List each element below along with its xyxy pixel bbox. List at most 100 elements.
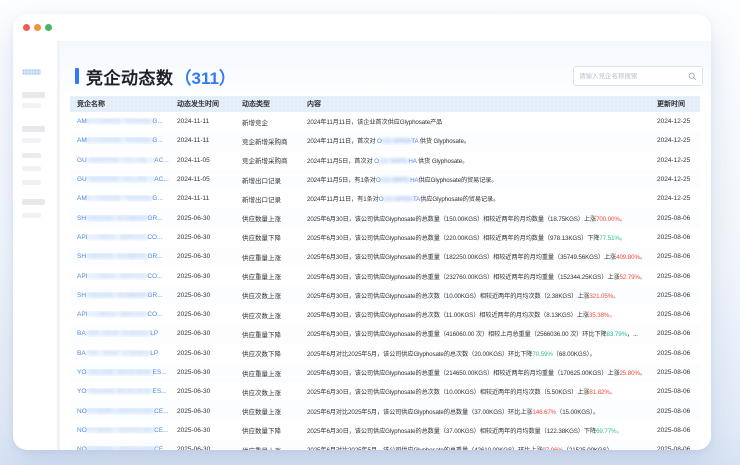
- content-cell: 2025年6月30日，该公司供应Glyphosate的总次数（10.00KGS）…: [300, 291, 650, 300]
- company-prefix: YO: [77, 388, 86, 395]
- company-name-link[interactable]: SH ANDONG RAINBOW GR...: [70, 215, 170, 222]
- sidebar-nav-item[interactable]: [22, 103, 41, 108]
- event-type-cell: 新增出口记录: [235, 175, 300, 185]
- event-type-cell: 供应数量下降: [235, 425, 300, 435]
- company-prefix: BA: [77, 330, 86, 337]
- dynamics-table: 竞企名称 动态发生时间 动态类型 内容 更新时间 AM B FASHION TR…: [70, 96, 700, 450]
- content-text: 供应Glyphosate的贸易记录。: [420, 196, 499, 203]
- company-suffix: GR...: [147, 292, 162, 299]
- company-suffix: CE...: [154, 427, 168, 434]
- zoom-window-icon[interactable]: [45, 24, 52, 31]
- company-name-link[interactable]: NO RTHERN CROPSCIEN CE...: [70, 408, 170, 415]
- rise-percent: 146.67%: [532, 409, 556, 416]
- company-name-link[interactable]: API A CARGO SERVICE CO...: [70, 234, 170, 241]
- updated-date-cell: 2025-08-06: [650, 408, 702, 415]
- content-text: 供应Glyphosate的贸易记录。: [418, 177, 497, 184]
- company-name-link[interactable]: API A CARGO SERVICE CO...: [70, 311, 170, 318]
- company-name-link[interactable]: NO RTHERN CROPSCIEN CE...: [70, 427, 170, 434]
- company-redacted: RTHERN CROPSCIEN: [87, 427, 154, 434]
- company-name-link[interactable]: SH ANDONG RAINBOW GR...: [70, 292, 170, 299]
- company-name-link[interactable]: BA YER CROP SCIENCE LP: [70, 350, 170, 357]
- rise-percent: 321.05%。: [589, 293, 619, 300]
- company-prefix: SH: [77, 215, 86, 222]
- content-cell: 2025年6月30日，该公司供应Glyphosate的总次数（11.00KGS）…: [300, 310, 650, 319]
- content-text: （68.00KGS）。: [553, 351, 596, 358]
- company-redacted: ANGDONG GALANZ V: [87, 176, 155, 183]
- content-cell: 2025年6月30日，该公司供应Glyphosate的总重量（232760.00…: [300, 272, 650, 281]
- company-name-link[interactable]: SH ANDONG RAINBOW GR...: [70, 253, 170, 260]
- table-row: SH ANDONG RAINBOW GR... 2025-06-30 供应数量上…: [70, 208, 700, 227]
- company-mention: O: [376, 177, 381, 184]
- sidebar-nav-item[interactable]: [22, 138, 41, 143]
- table-row: AM B FASHION TRADING G... 2024-11-11 新增出…: [70, 189, 700, 208]
- event-type-cell: 供应重量上涨: [235, 368, 300, 378]
- company-suffix: GR...: [147, 215, 162, 222]
- sidebar-nav-item-active[interactable]: [22, 69, 41, 75]
- event-date-cell: 2025-06-30: [170, 292, 235, 299]
- content-text: 供货 Glyphosate。: [418, 138, 470, 145]
- column-header-company: 竞企名称: [70, 99, 170, 109]
- company-name-link[interactable]: GU ANGDONG GALANZ V AC...: [70, 157, 170, 164]
- company-name-link[interactable]: YO UNGONE BIOSCIENC ES...: [70, 369, 170, 376]
- event-date-cell: 2025-06-30: [170, 253, 235, 260]
- content-text: ，...: [627, 331, 638, 338]
- search-input[interactable]: [579, 73, 688, 80]
- updated-date-cell: 2024-12-25: [650, 195, 702, 202]
- table-row: GU ANGDONG GALANZ V AC... 2024-11-05 新增出…: [70, 170, 700, 189]
- updated-date-cell: 2025-08-06: [650, 215, 702, 222]
- sidebar-nav-item[interactable]: [22, 92, 45, 98]
- minimize-window-icon[interactable]: [34, 24, 41, 31]
- content-cell: 2025年6月对比2025年5月，该公司供应Glyphosate的总重量（426…: [300, 445, 650, 450]
- page-header: 竞企动态数 （311）: [75, 65, 703, 87]
- content-text: 2025年6月30日，该公司供应Glyphosate的总次数（10.00KGS）…: [307, 389, 589, 396]
- content-cell: 2024年11月11日，首次对 OCO-SPRINTA 供货 Glyphosat…: [300, 136, 650, 145]
- company-name-link[interactable]: GU ANGDONG GALANZ V AC...: [70, 176, 170, 183]
- column-header-updated: 更新时间: [650, 99, 702, 109]
- company-name-link[interactable]: API A CARGO SERVICE CO...: [70, 273, 170, 280]
- fall-percent: 70.59%: [532, 351, 552, 358]
- company-name-link[interactable]: AM B FASHION TRADING G...: [70, 195, 170, 202]
- sidebar-nav-item[interactable]: [22, 153, 41, 158]
- company-name-link[interactable]: YO UNGONE BIOSCIENC ES...: [70, 388, 170, 395]
- sidebar-nav-item[interactable]: [22, 213, 41, 218]
- event-type-cell: 供应重量上涨: [235, 271, 300, 281]
- sidebar-nav-item[interactable]: [22, 180, 41, 185]
- updated-date-cell: 2025-08-06: [650, 292, 702, 299]
- event-type-cell: 供应重量上涨: [235, 252, 300, 262]
- updated-date-cell: 2024-12-25: [650, 176, 702, 183]
- page-title: 竞企动态数: [86, 64, 174, 89]
- content-text: 2025年6月30日，该公司供应Glyphosate的总数量（150.00KGS…: [307, 216, 596, 223]
- content-text: 2025年6月30日，该公司供应Glyphosate的总数量（37.00KGS）…: [307, 428, 596, 435]
- event-date-cell: 2025-06-30: [170, 388, 235, 395]
- event-type-cell: 供应次数下降: [235, 348, 300, 358]
- rise-percent: 700.00%。: [596, 216, 626, 223]
- company-suffix: GR...: [147, 253, 162, 260]
- sidebar-nav-item[interactable]: [22, 126, 45, 132]
- company-search-box[interactable]: [573, 66, 703, 86]
- company-suffix: LP: [150, 330, 158, 337]
- search-icon[interactable]: [688, 72, 697, 81]
- sidebar-nav-item[interactable]: [22, 166, 41, 171]
- updated-date-cell: 2025-08-06: [650, 253, 702, 260]
- company-name-link[interactable]: AM B FASHION TRADING G...: [70, 137, 170, 144]
- company-name-link[interactable]: BA YER CROP SCIENCE LP: [70, 330, 170, 337]
- content-cell: 2025年6月30日，该公司供应Glyphosate的总重量（214650.00…: [300, 368, 650, 377]
- content-cell: 2025年6月对比2025年5月，该公司供应Glyphosate的总数量（37.…: [300, 407, 650, 416]
- company-suffix: CO...: [147, 311, 162, 318]
- event-type-cell: 供应数量上涨: [235, 213, 300, 223]
- column-header-event-date: 动态发生时间: [170, 99, 235, 109]
- main-panel: 竞企动态数 （311） 竞企名称 动态发生时间 动态类型 内容: [60, 41, 711, 450]
- company-name-link[interactable]: NO RTHERN CROPSCIEN CE...: [70, 446, 170, 450]
- close-window-icon[interactable]: [23, 24, 30, 31]
- event-date-cell: 2025-06-30: [170, 273, 235, 280]
- table-row: AM B FASHION TRADING G... 2024-11-11 竞企新…: [70, 131, 700, 150]
- company-redacted: ANDONG RAINBOW: [86, 215, 147, 222]
- company-redacted: ANDONG RAINBOW: [86, 253, 147, 260]
- table-row: API A CARGO SERVICE CO... 2025-06-30 供应数…: [70, 228, 700, 247]
- company-name-link[interactable]: AM B FASHION TRADING G...: [70, 118, 170, 125]
- rise-percent: 35.38%。: [589, 312, 615, 319]
- content-text: 2024年11月5日，首次对: [307, 158, 374, 165]
- company-suffix: CO...: [147, 234, 162, 241]
- sidebar-nav-item[interactable]: [22, 199, 45, 205]
- content-text: 2024年11月11日，首次对: [307, 138, 377, 145]
